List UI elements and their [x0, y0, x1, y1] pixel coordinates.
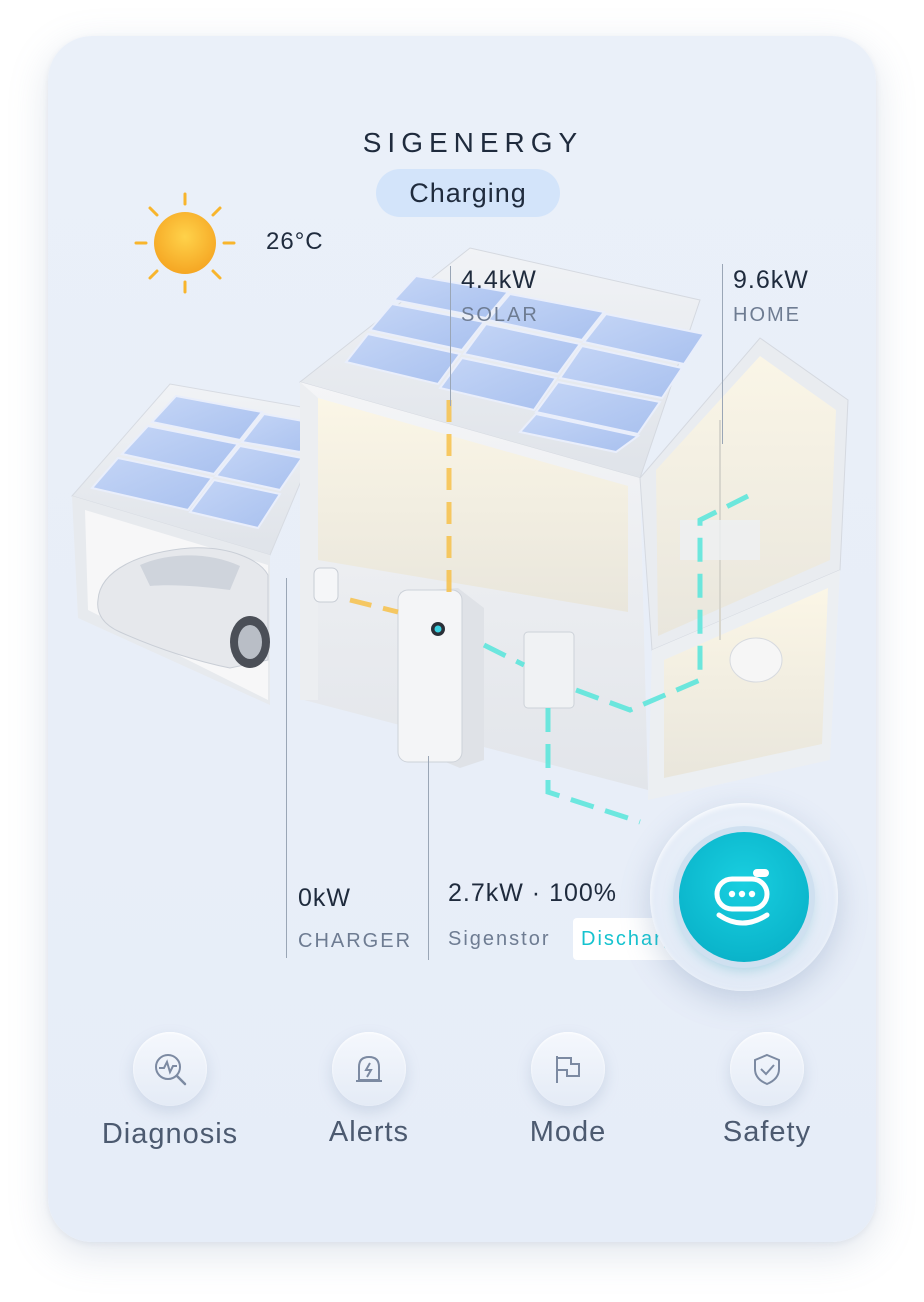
action-alerts[interactable]: Alerts: [279, 1032, 459, 1162]
home-power-value: 9.6kW: [733, 266, 809, 294]
status-badge: Charging: [376, 169, 560, 217]
action-diagnosis[interactable]: Diagnosis: [80, 1032, 260, 1162]
home-label: HOME: [733, 304, 801, 326]
sigenstor-battery-unit: [397, 588, 484, 768]
home-leader-line: [722, 264, 723, 444]
battery-power-value: 2.7kW · 100%: [448, 879, 618, 907]
battery-label: Sigenstor: [448, 928, 551, 950]
alerts-icon-button[interactable]: [332, 1032, 406, 1106]
alerts-label: Alerts: [328, 1116, 410, 1148]
shield-check-icon: [754, 1053, 780, 1086]
diagnosis-icon: [155, 1054, 187, 1086]
logo-wordmark: SIGENERGY: [363, 127, 583, 158]
solar-label: SOLAR: [461, 304, 539, 326]
solar-leader-line: [450, 266, 451, 406]
carport: [71, 383, 331, 705]
action-mode[interactable]: Mode: [478, 1032, 658, 1162]
action-safety[interactable]: Safety: [677, 1032, 857, 1162]
charger-leader-line: [286, 578, 287, 958]
sun-icon: [134, 192, 236, 294]
house: [298, 247, 849, 825]
safety-icon-button[interactable]: [730, 1032, 804, 1106]
charger-power-value: 0kW: [298, 884, 351, 912]
inverter-box: [523, 631, 575, 709]
safety-label: Safety: [722, 1116, 812, 1148]
wall-charger: [313, 567, 339, 603]
sigenergy-logo: SIGENERGY: [363, 127, 583, 158]
electric-car: [97, 547, 270, 669]
solar-power-value: 4.4kW: [461, 266, 537, 294]
assistant-button[interactable]: [679, 832, 809, 962]
mode-flag-icon: [556, 1056, 580, 1083]
mode-icon-button[interactable]: [531, 1032, 605, 1106]
diagnosis-label: Diagnosis: [101, 1118, 239, 1150]
alert-bell-icon: [356, 1055, 382, 1082]
diagnosis-icon-button[interactable]: [133, 1032, 207, 1106]
robot-face-icon: [714, 869, 770, 926]
battery-leader-line: [428, 756, 429, 960]
status-label: Charging: [409, 177, 527, 208]
temperature: 26°C: [266, 228, 324, 255]
charger-label: CHARGER: [298, 930, 413, 952]
mode-label: Mode: [529, 1116, 607, 1148]
